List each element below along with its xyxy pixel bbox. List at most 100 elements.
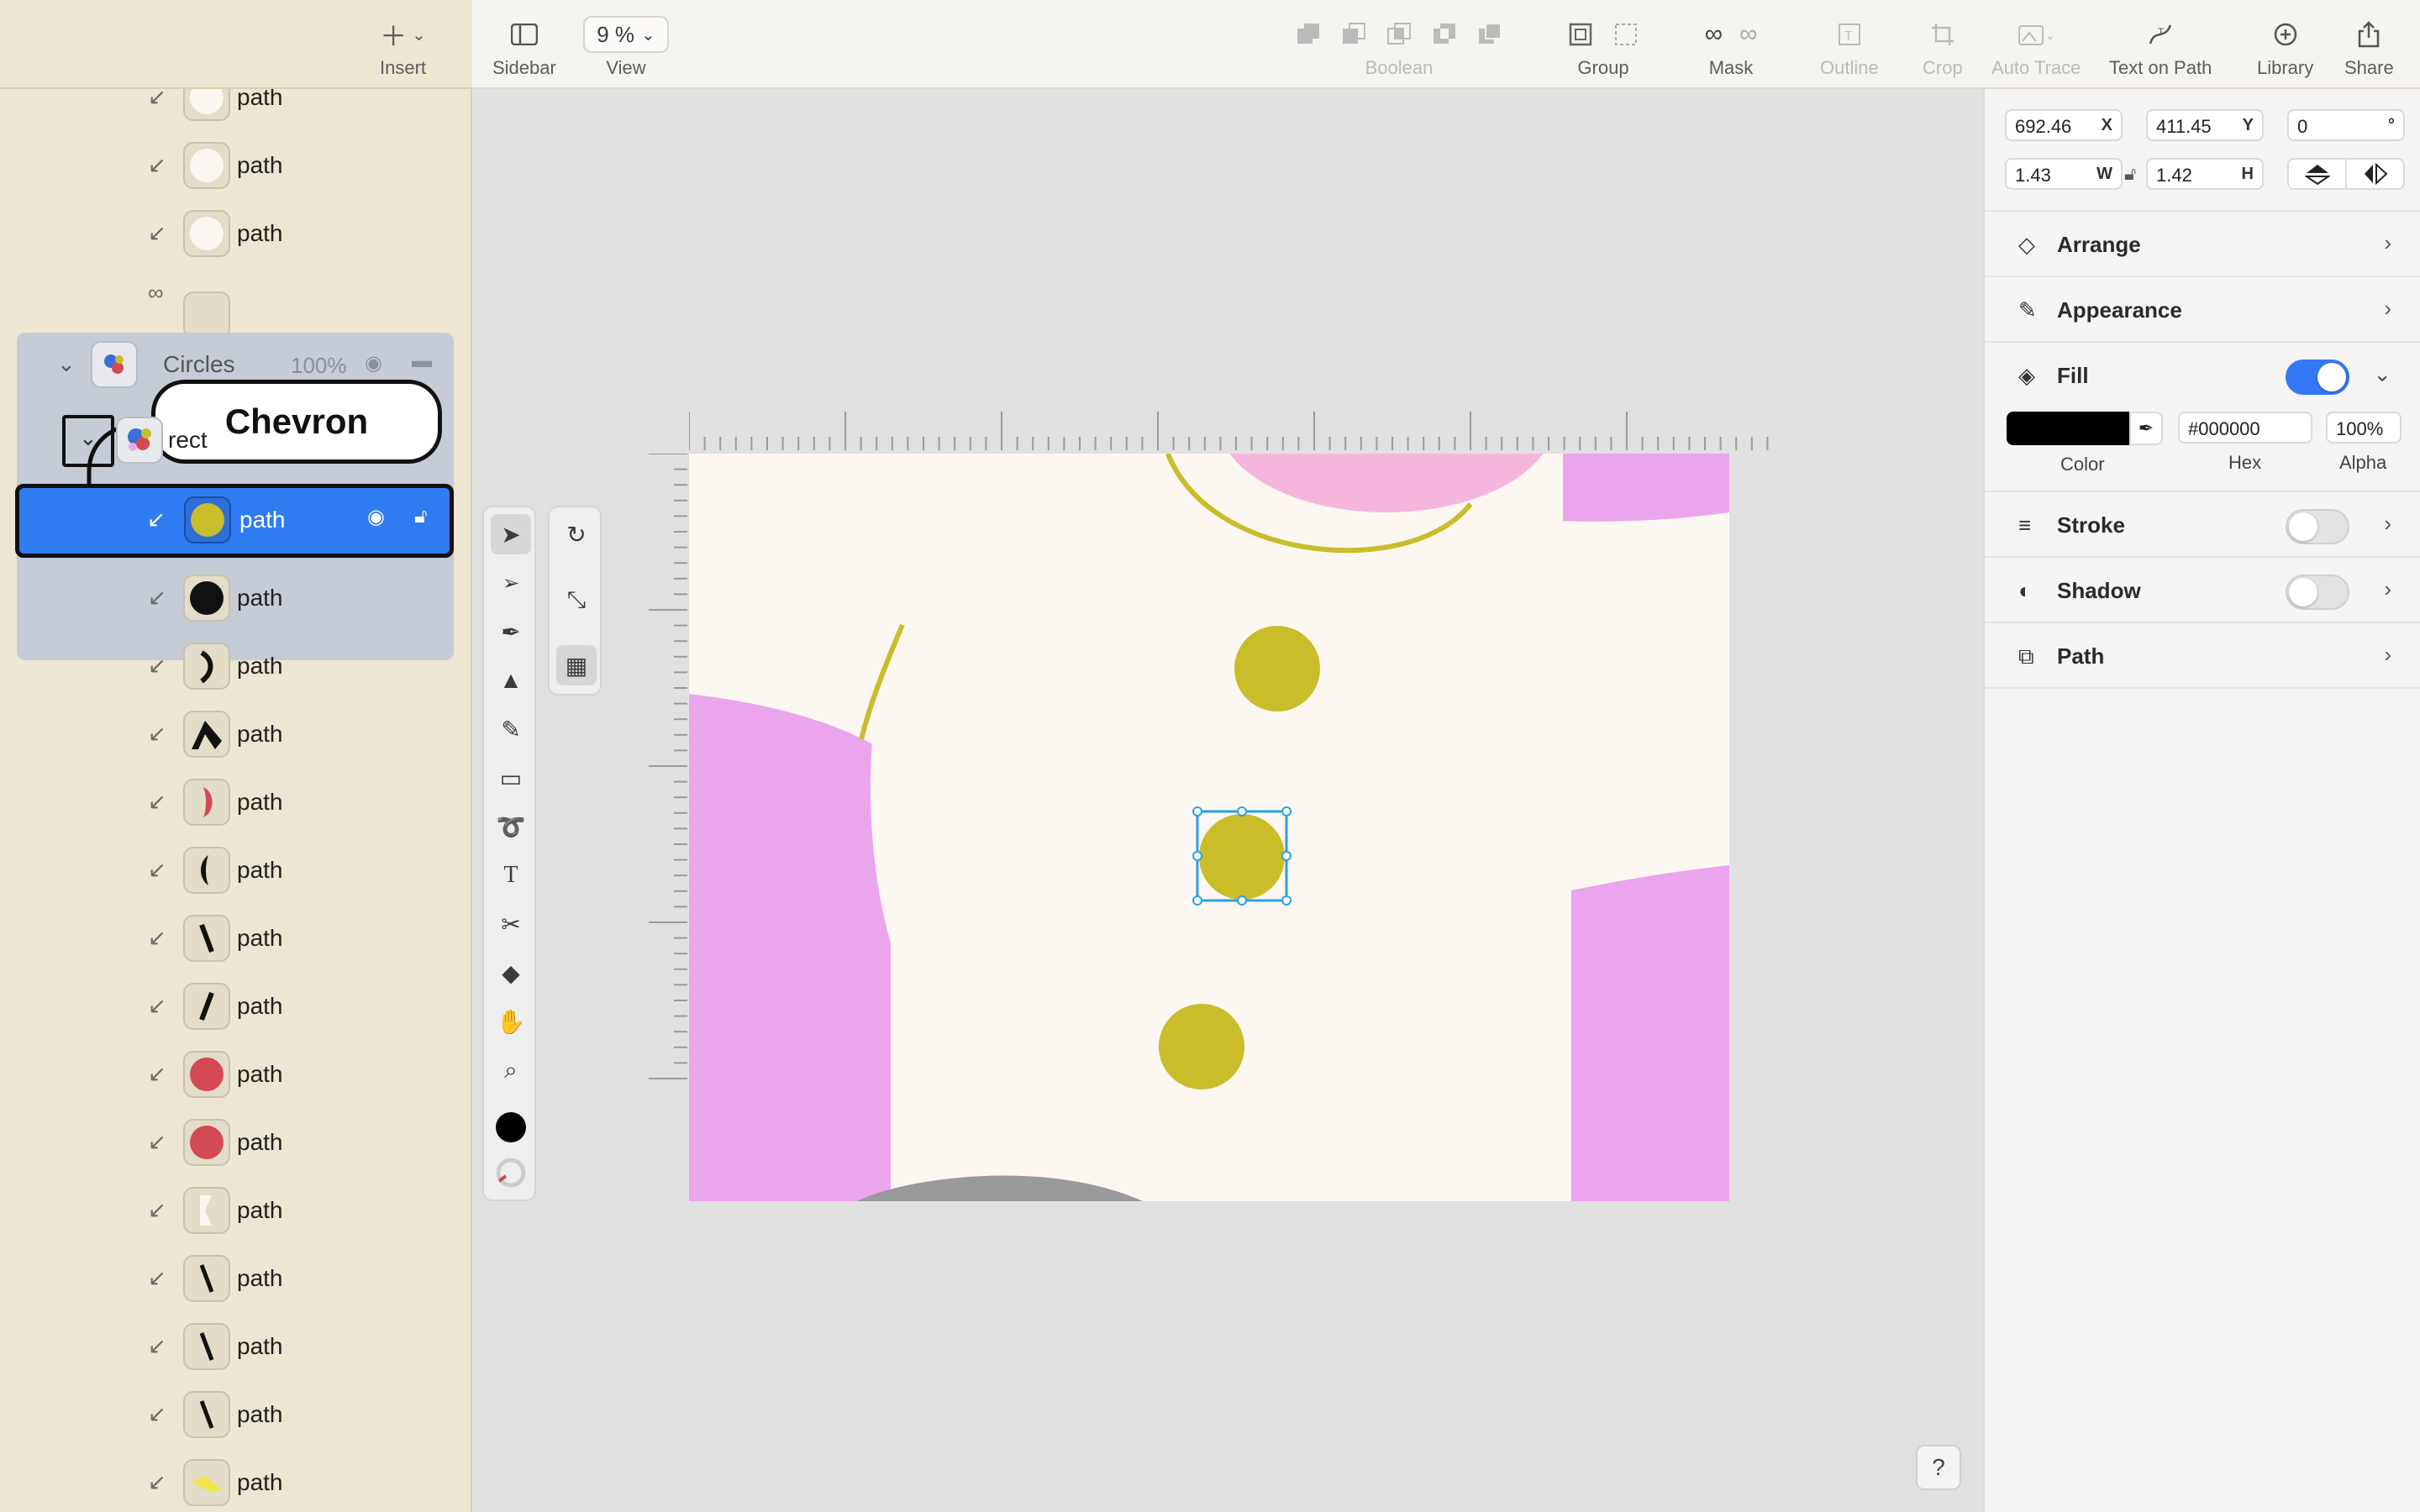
layer-row[interactable]: ↙ path bbox=[0, 1451, 471, 1512]
width-field[interactable]: 1.43 W bbox=[2005, 158, 2123, 190]
hand-tool[interactable]: ✋ bbox=[491, 1001, 531, 1042]
layer-row[interactable]: ↙ path bbox=[0, 770, 471, 838]
text-tool[interactable]: T bbox=[491, 855, 531, 895]
layer-thumbnail bbox=[183, 847, 230, 894]
help-button[interactable]: ? bbox=[1916, 1445, 1961, 1490]
scale-tool[interactable]: ⤡ bbox=[556, 580, 597, 620]
vector-brush-tool[interactable]: ▲ bbox=[491, 660, 531, 701]
flip-horizontal-button[interactable] bbox=[2347, 160, 2403, 188]
pen-tool[interactable]: ✒ bbox=[491, 612, 531, 652]
layer-row[interactable]: ↙ path bbox=[0, 1042, 471, 1110]
fill-color-well[interactable] bbox=[2007, 412, 2129, 445]
path-section[interactable]: ⧉ Path › bbox=[1985, 623, 2420, 689]
eraser-tool[interactable]: ◆ bbox=[491, 953, 531, 993]
zoom-tool[interactable]: ⌕ bbox=[491, 1050, 531, 1090]
layer-row[interactable]: ↙ path bbox=[0, 1315, 471, 1383]
text-on-path-button[interactable]: T Text on Path bbox=[2109, 15, 2212, 82]
plus-icon: ＋ ⌄ bbox=[380, 21, 426, 51]
direct-select-tool[interactable]: ➢ bbox=[491, 563, 531, 603]
y-position-field[interactable]: 411.45 Y bbox=[2146, 109, 2264, 141]
scissors-tool[interactable]: ✂ bbox=[491, 904, 531, 944]
tool-palette: ➤ ➢ ✒ ▲ ✎ ▭ ➰ T ✂ ◆ ✋ ⌕ bbox=[482, 506, 536, 1201]
stroke-color-swatch[interactable] bbox=[491, 1152, 531, 1193]
library-button[interactable]: Library bbox=[2257, 15, 2313, 82]
auto-trace-button[interactable]: ⌄ Auto Trace bbox=[1991, 15, 2081, 82]
layer-row[interactable]: ↙ path bbox=[0, 974, 471, 1042]
alpha-field[interactable]: 100% bbox=[2326, 412, 2402, 444]
text-path-icon: T bbox=[2149, 24, 2172, 45]
olive-dot-middle bbox=[1199, 814, 1285, 900]
crop-button[interactable]: Crop bbox=[1923, 15, 1963, 82]
layer-row[interactable]: ↙ path bbox=[0, 634, 471, 702]
layer-row[interactable]: ↙ path bbox=[0, 134, 471, 202]
mask-button[interactable]: ∞ ∞ Mask bbox=[1689, 15, 1773, 82]
brush-tool[interactable]: ✎ bbox=[491, 709, 531, 749]
unmask-icon: ∞ bbox=[1739, 20, 1758, 48]
shadow-toggle[interactable] bbox=[2286, 575, 2349, 610]
artboard[interactable] bbox=[689, 454, 1729, 1201]
unlock-icon[interactable]: 🔓︎ bbox=[414, 505, 428, 528]
layer-row[interactable]: ↙ path bbox=[0, 566, 471, 634]
layer-row[interactable]: ↙ path bbox=[0, 202, 471, 270]
arrow-pointer-icon: ➤ bbox=[501, 521, 521, 548]
layer-row-group-rect[interactable]: ⌄ rect bbox=[0, 408, 471, 476]
rotation-field[interactable]: 0 ° bbox=[2287, 109, 2405, 141]
flip-controls bbox=[2287, 158, 2405, 190]
fill-color-swatch[interactable] bbox=[491, 1107, 531, 1147]
appearance-section[interactable]: ✎ Appearance › bbox=[1985, 277, 2420, 343]
hex-field[interactable]: #000000 bbox=[2178, 412, 2312, 444]
layer-row[interactable]: ↙ path bbox=[0, 1110, 471, 1179]
layer-row[interactable]: ↙ path bbox=[0, 1179, 471, 1247]
outline-button[interactable]: T Outline bbox=[1820, 15, 1879, 82]
stroke-section[interactable]: ≡ Stroke › bbox=[1985, 492, 2420, 558]
arrange-section[interactable]: ◇ Arrange › bbox=[1985, 212, 2420, 277]
zoom-view-control[interactable]: 9 % ⌄ View bbox=[583, 15, 669, 82]
zoom-select[interactable]: 9 % ⌄ bbox=[583, 16, 669, 53]
shadow-section[interactable]: ◐ Shadow › bbox=[1985, 558, 2420, 623]
stroke-toggle[interactable] bbox=[2286, 509, 2349, 544]
eye-icon[interactable]: ◉ bbox=[367, 505, 385, 529]
transform-grid-icon: ▦ bbox=[565, 652, 588, 679]
layer-row[interactable]: ↙ path bbox=[0, 1247, 471, 1315]
vector-pen-icon: ▲ bbox=[499, 667, 523, 693]
eyedropper-button[interactable]: ✒ bbox=[2129, 412, 2163, 445]
transform-mode-tool[interactable]: ▦ bbox=[556, 645, 597, 685]
layer-thumbnail bbox=[183, 1391, 230, 1438]
sidebar-icon bbox=[510, 15, 538, 54]
chevron-down-icon[interactable]: ⌄ bbox=[57, 351, 76, 377]
clip-arrow-icon: ↙ bbox=[148, 721, 166, 746]
shape-tool[interactable]: ▭ bbox=[491, 758, 531, 798]
sidebar-toggle-button[interactable]: Sidebar bbox=[492, 15, 556, 82]
lasso-tool[interactable]: ➰ bbox=[491, 806, 531, 847]
chevron-down-icon[interactable]: ⌄ bbox=[2373, 361, 2391, 387]
group-icon bbox=[1569, 23, 1592, 46]
clip-arrow-icon: ↙ bbox=[148, 152, 166, 177]
layer-row[interactable]: ↙ path bbox=[0, 906, 471, 974]
lock-ratio-icon[interactable]: 🔓︎ bbox=[2124, 163, 2136, 185]
layer-row[interactable]: ↙ path bbox=[0, 702, 471, 770]
layer-row[interactable]: ↙ path bbox=[0, 89, 471, 134]
fill-toggle[interactable] bbox=[2286, 360, 2349, 395]
layer-row[interactable]: ↙ path bbox=[0, 1383, 471, 1451]
layer-row-selected[interactable]: ↙ path ◉ 🔓︎ bbox=[15, 484, 454, 558]
rotate-tool[interactable]: ↻ bbox=[556, 514, 597, 554]
eye-icon[interactable]: ◉ bbox=[365, 351, 382, 375]
boolean-group[interactable]: Boolean bbox=[1286, 15, 1512, 82]
pink-shape-left bbox=[689, 694, 891, 1201]
x-position-field[interactable]: 692.46 X bbox=[2005, 109, 2123, 141]
share-button[interactable]: Share bbox=[2344, 15, 2394, 82]
insert-button[interactable]: ＋ ⌄ Insert bbox=[380, 15, 426, 82]
layer-row[interactable]: ↙ path bbox=[0, 838, 471, 906]
layer-thumbnail bbox=[183, 1187, 230, 1234]
eyedropper-icon: ✒ bbox=[2138, 417, 2154, 438]
lock-icon[interactable]: ▬ bbox=[412, 349, 432, 373]
layer-thumbnail bbox=[183, 983, 230, 1030]
flip-vertical-button[interactable] bbox=[2289, 160, 2347, 188]
layer-row-partial[interactable]: ∞ bbox=[0, 270, 471, 339]
chevron-right-icon: › bbox=[2384, 642, 2391, 667]
group-button[interactable]: Group bbox=[1565, 15, 1642, 82]
chevron-down-icon[interactable]: ⌄ bbox=[79, 425, 97, 451]
select-tool[interactable]: ➤ bbox=[491, 514, 531, 554]
layer-thumbnail bbox=[183, 89, 230, 121]
height-field[interactable]: 1.42 H bbox=[2146, 158, 2264, 190]
